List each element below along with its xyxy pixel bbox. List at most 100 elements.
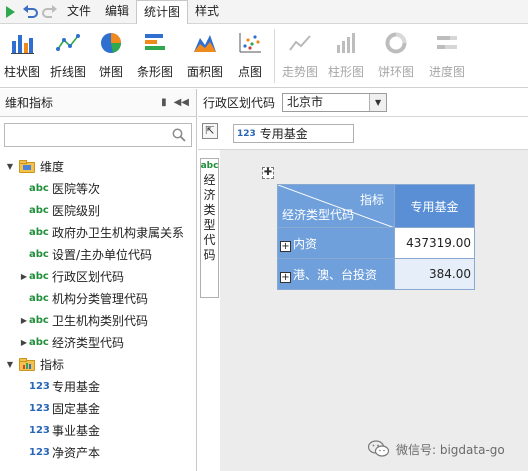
corner-dimension-label: 经济类型代码 (282, 208, 355, 222)
trend-chart-button: 走势图 (279, 24, 321, 88)
pie-chart-icon (98, 30, 124, 56)
tree-group-dimensions[interactable]: ▼ 维度 (0, 155, 197, 177)
expand-row-icon[interactable]: + (280, 240, 291, 252)
row-header-label: 港、澳、台投资 (293, 267, 378, 282)
tree-item-label: 政府办卫生机构隶属关系 (52, 225, 185, 240)
tree-item-label: 医院等次 (52, 181, 101, 196)
row-field-chip[interactable]: abc 经济类型代码 (200, 158, 219, 298)
expanded-arrow-icon[interactable]: ▼ (5, 360, 15, 369)
tree-group-label: 维度 (40, 159, 65, 174)
collapsed-arrow-icon[interactable]: ▶ (19, 272, 29, 281)
filter-value: 北京市 (287, 95, 324, 109)
column-chart-label: 柱形图 (327, 65, 364, 79)
table-row: + 内资 437319.00 (277, 227, 475, 259)
value-cell[interactable]: 437319.00 (394, 227, 475, 259)
column-drop-zone[interactable]: ⇱ 123 专用基金 (198, 117, 528, 150)
pivot-corner-header: 指标 经济类型代码 (277, 184, 395, 228)
text-type-icon: abc (29, 204, 49, 216)
number-type-icon: 123 (29, 402, 50, 414)
tree-item-dimension[interactable]: ▶ abc 经济类型代码 (0, 331, 197, 353)
tree-item-dimension[interactable]: ▶ abc 行政区划代码 (0, 265, 197, 287)
number-type-icon: 123 (29, 424, 50, 436)
progress-chart-label: 进度图 (428, 65, 465, 79)
progress-chart-button: 进度图 (421, 24, 473, 88)
undo-icon[interactable] (20, 2, 40, 22)
tree-item-measure[interactable]: 123 固定基金 (0, 397, 197, 419)
collapsed-arrow-icon[interactable]: ▶ (19, 316, 29, 325)
scatter-chart-button[interactable]: 点图 (230, 24, 270, 88)
area-chart-button[interactable]: 面积图 (180, 24, 230, 88)
tree-item-dimension[interactable]: ▶ abc 卫生机构类别代码 (0, 309, 197, 331)
collapse-panel-icon[interactable]: ◀◀ (174, 97, 189, 108)
line-chart-button[interactable]: 折线图 (44, 24, 92, 88)
number-type-icon: 123 (29, 446, 50, 458)
pivot-table: 指标 经济类型代码 专用基金 + 内资 437319.00 + 港、澳、台投资 38… (277, 184, 475, 290)
donut-chart-button: 饼环图 (371, 24, 421, 88)
tree-item-measure[interactable]: 123 专用基金 (0, 375, 197, 397)
donut-chart-label: 饼环图 (377, 65, 414, 79)
text-type-icon: abc (29, 336, 49, 348)
tree-item-dimension[interactable]: abc 政府办卫生机构隶属关系 (0, 221, 197, 243)
tree-item-label: 医院级别 (52, 203, 101, 218)
field-tree: ▼ 维度 abc 医院等次 abc 医院级别 abc 政府办卫生机构隶属关系 a… (0, 155, 197, 463)
fields-panel-title: 维和指标 (5, 96, 54, 110)
menu-edit[interactable]: 编辑 (98, 0, 136, 24)
filter-dropdown[interactable]: 北京市 ▼ (282, 93, 388, 112)
field-search-input[interactable] (8, 125, 168, 145)
chart-ribbon: 柱状图 折线图 饼图 条形图 面积图 点图 走势图 柱形图 饼环图 进度图 (0, 24, 528, 88)
swap-axes-icon[interactable]: ⇱ (202, 123, 218, 139)
report-canvas: 行政区划代码 北京市 ▼ ⇱ 123 专用基金 abc 经济类型代码 ✚ 指标 … (198, 89, 528, 471)
redo-icon[interactable] (40, 2, 60, 22)
tree-item-label: 固定基金 (52, 401, 101, 416)
tree-item-dimension[interactable]: abc 设置/主办单位代码 (0, 243, 197, 265)
tree-item-dimension[interactable]: abc 机构分类管理代码 (0, 287, 197, 309)
menu-bar: 文件 编辑 统计图 样式 (0, 0, 528, 25)
number-type-icon: 123 (237, 128, 256, 139)
menu-chart[interactable]: 统计图 (136, 0, 189, 25)
tree-item-label: 设置/主办单位代码 (52, 247, 153, 262)
pie-chart-button[interactable]: 饼图 (92, 24, 130, 88)
tree-item-dimension[interactable]: abc 医院级别 (0, 199, 197, 221)
text-type-icon: abc (29, 182, 49, 194)
search-icon[interactable] (172, 128, 186, 145)
tree-item-dimension[interactable]: abc 医院等次 (0, 177, 197, 199)
filter-bar: 行政区划代码 北京市 ▼ (198, 89, 528, 117)
move-table-icon[interactable]: ✚ (262, 167, 274, 179)
pie-chart-label: 饼图 (98, 65, 123, 79)
value-cell[interactable]: 384.00 (394, 258, 475, 290)
tree-item-label: 卫生机构类别代码 (52, 313, 149, 328)
run-icon[interactable] (0, 2, 20, 22)
expanded-arrow-icon[interactable]: ▼ (5, 162, 15, 171)
line-chart-icon (55, 30, 81, 56)
tree-item-measure[interactable]: 123 事业基金 (0, 419, 197, 441)
collapsed-arrow-icon[interactable]: ▶ (19, 338, 29, 347)
text-type-icon: abc (29, 226, 49, 238)
chevron-down-icon[interactable]: ▼ (369, 94, 387, 111)
donut-chart-icon (383, 30, 409, 56)
row-header[interactable]: + 内资 (277, 227, 395, 259)
row-header-label: 内资 (293, 236, 318, 251)
tree-item-label: 专用基金 (52, 379, 101, 394)
column-header[interactable]: 专用基金 (394, 184, 475, 228)
column-field-chip[interactable]: 123 专用基金 (233, 124, 354, 143)
pin-icon[interactable]: ▮ (161, 97, 167, 108)
watermark-text: 微信号: bigdata-go (396, 442, 505, 457)
bar-chart-label: 柱状图 (3, 65, 40, 79)
expand-row-icon[interactable]: + (280, 271, 291, 283)
column-chart-button: 柱形图 (321, 24, 371, 88)
tree-group-measures[interactable]: ▼ 指标 (0, 353, 197, 375)
menu-file[interactable]: 文件 (60, 0, 98, 24)
tree-item-measure[interactable]: 123 净资产本 (0, 441, 197, 463)
table-row: + 港、澳、台投资 384.00 (277, 258, 475, 290)
bar-chart-button[interactable]: 柱状图 (0, 24, 44, 88)
field-search-box[interactable] (4, 123, 192, 147)
fields-panel: 维和指标 ▮ ◀◀ ▼ 维度 abc 医院等次 abc 医院级别 abc 政府办… (0, 89, 197, 471)
text-type-icon: abc (29, 314, 49, 326)
row-header[interactable]: + 港、澳、台投资 (277, 258, 395, 290)
horizontal-bar-button[interactable]: 条形图 (130, 24, 180, 88)
row-drop-zone[interactable]: abc 经济类型代码 (198, 150, 220, 471)
menu-style[interactable]: 样式 (188, 0, 226, 24)
column-chart-icon (333, 30, 359, 56)
trend-chart-label: 走势图 (281, 65, 318, 79)
text-type-icon: abc (29, 248, 49, 260)
